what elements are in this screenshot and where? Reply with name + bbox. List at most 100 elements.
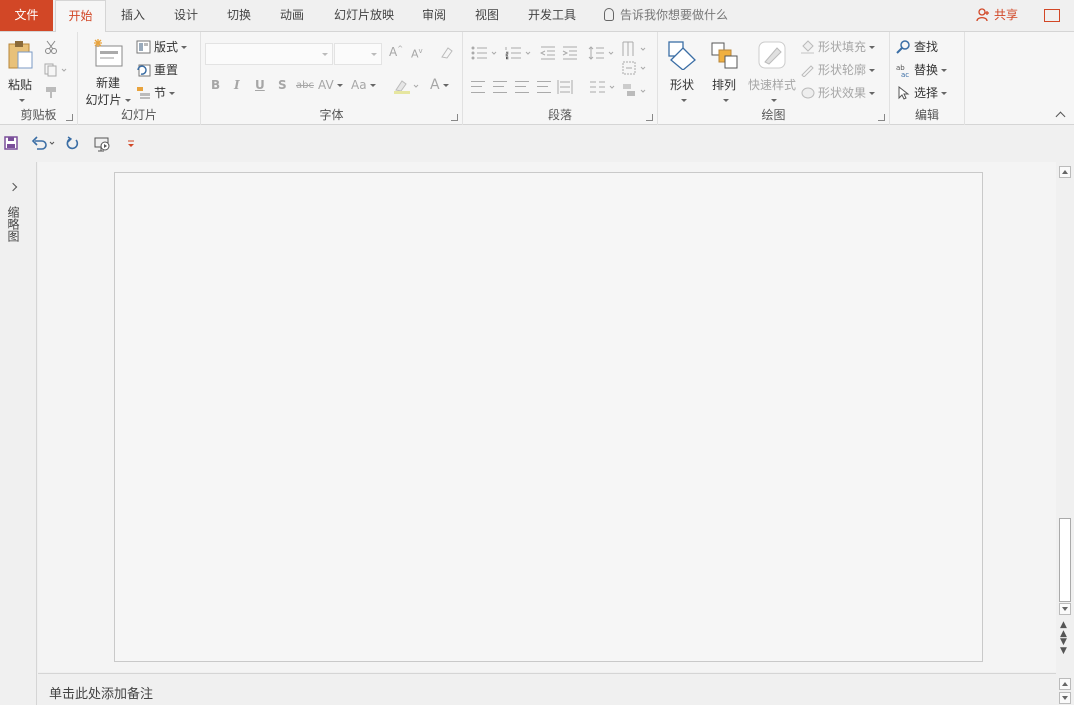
- caret-icon: [18, 99, 25, 102]
- slide-canvas[interactable]: [114, 172, 983, 662]
- new-slide-label-1: 新建: [95, 76, 120, 90]
- reset-icon: [137, 64, 151, 77]
- columns-icon[interactable]: [589, 80, 619, 94]
- redo-icon[interactable]: [66, 136, 80, 150]
- notes-scrollbar[interactable]: [1056, 673, 1074, 705]
- find-button[interactable]: 查找: [896, 37, 938, 57]
- bold-button[interactable]: B: [211, 78, 220, 92]
- quick-styles-button[interactable]: 快速样式: [746, 40, 798, 107]
- tell-me-search[interactable]: 告诉我你想要做什么: [604, 0, 728, 31]
- paste-button[interactable]: 粘贴: [4, 40, 36, 107]
- smartart-icon[interactable]: [621, 82, 649, 100]
- replace-button[interactable]: ab ac 替换: [896, 60, 948, 80]
- thumbnail-pane: 缩略图: [0, 162, 37, 705]
- ribbon-tab-bar: 文件 开始 插入 设计 切换 动画 幻灯片放映 审阅 视图 开发工具 告诉我你想…: [0, 0, 1074, 32]
- reset-button[interactable]: 重置: [136, 60, 178, 80]
- highlight-color-icon[interactable]: [393, 78, 421, 94]
- shape-fill-button[interactable]: 形状填充: [800, 37, 876, 57]
- layout-button[interactable]: 版式: [136, 37, 188, 57]
- font-launcher[interactable]: [451, 114, 458, 121]
- customize-qat-icon[interactable]: [126, 140, 136, 148]
- new-slide-button[interactable]: 新建 幻灯片: [84, 38, 132, 108]
- caret-icon: [941, 92, 948, 95]
- tab-slideshow[interactable]: 幻灯片放映: [327, 0, 401, 31]
- comments-icon[interactable]: [1044, 9, 1060, 22]
- increase-indent-icon[interactable]: [562, 46, 578, 60]
- font-size-combo[interactable]: [334, 43, 382, 65]
- select-button[interactable]: 选择: [896, 83, 948, 103]
- tab-transitions[interactable]: 切换: [220, 0, 258, 31]
- italic-button[interactable]: I: [234, 78, 240, 92]
- align-left-icon[interactable]: [471, 81, 485, 93]
- clipboard-launcher[interactable]: [66, 114, 73, 121]
- shape-outline-label: 形状轮廓: [818, 63, 867, 77]
- cursor-icon: [898, 86, 910, 100]
- font-color-button[interactable]: A: [430, 77, 449, 93]
- thumbnail-pane-label[interactable]: 缩略图: [6, 206, 22, 242]
- scroll-thumb[interactable]: [1059, 518, 1071, 602]
- strikethrough-button[interactable]: abc: [296, 80, 314, 91]
- justify-icon[interactable]: [537, 81, 551, 93]
- lightbulb-icon: [604, 8, 614, 21]
- tab-design[interactable]: 设计: [167, 0, 205, 31]
- next-slide-icon[interactable]: ▼ ▼: [1060, 638, 1067, 656]
- tab-file[interactable]: 文件: [0, 0, 53, 31]
- vertical-scrollbar[interactable]: ▲ ▲ ▼ ▼: [1056, 162, 1074, 672]
- bullets-icon[interactable]: [471, 46, 501, 60]
- drawing-launcher[interactable]: [878, 114, 885, 121]
- clear-formatting-icon[interactable]: [439, 45, 455, 61]
- undo-icon[interactable]: [31, 136, 57, 150]
- notes-pane[interactable]: 单击此处添加备注: [38, 673, 1056, 705]
- shape-effects-button[interactable]: 形状效果: [800, 83, 876, 103]
- find-label: 查找: [914, 40, 939, 54]
- numbering-icon[interactable]: [505, 46, 535, 60]
- cut-icon[interactable]: [44, 40, 58, 54]
- notes-scroll-down-button[interactable]: [1059, 692, 1071, 704]
- shapes-button[interactable]: 形状: [664, 40, 700, 107]
- line-spacing-icon[interactable]: [588, 46, 618, 60]
- section-button[interactable]: 节: [136, 83, 176, 103]
- expand-thumbnails-icon[interactable]: [8, 182, 18, 192]
- distributed-icon[interactable]: [557, 79, 573, 95]
- format-painter-icon[interactable]: [44, 85, 60, 99]
- share-button[interactable]: 共享: [976, 0, 1018, 31]
- tab-developer[interactable]: 开发工具: [521, 0, 583, 31]
- align-right-icon[interactable]: [515, 81, 529, 93]
- increase-font-icon[interactable]: A^: [389, 45, 403, 59]
- text-direction-icon[interactable]: [621, 40, 649, 58]
- arrange-button[interactable]: 排列: [706, 40, 742, 107]
- save-icon[interactable]: [4, 136, 18, 150]
- char-spacing-button[interactable]: AV: [318, 78, 343, 92]
- paragraph-launcher[interactable]: [646, 114, 653, 121]
- change-case-button[interactable]: Aa: [351, 78, 376, 92]
- tab-review[interactable]: 审阅: [415, 0, 453, 31]
- collapse-ribbon-icon[interactable]: [1055, 111, 1066, 122]
- tell-me-text: 告诉我你想要做什么: [620, 8, 729, 22]
- align-text-icon[interactable]: [621, 60, 649, 76]
- shape-outline-button[interactable]: 形状轮廓: [800, 60, 876, 80]
- paragraph-group: 段落: [463, 32, 658, 125]
- tab-animations[interactable]: 动画: [273, 0, 311, 31]
- ribbon: 粘贴 剪贴板 新建 幻灯片 版式 重置 节 幻灯片 A^ Av B I U S …: [0, 31, 1074, 125]
- scroll-up-button[interactable]: [1059, 166, 1071, 178]
- notes-scroll-up-button[interactable]: [1059, 678, 1071, 690]
- shadow-button[interactable]: S: [278, 78, 287, 92]
- copy-icon[interactable]: [44, 63, 68, 77]
- scroll-down-button[interactable]: [1059, 603, 1071, 615]
- caret-icon: [941, 69, 948, 72]
- quick-styles-icon: [758, 41, 786, 69]
- decrease-indent-icon[interactable]: [540, 46, 556, 60]
- underline-button[interactable]: U: [255, 78, 265, 92]
- char-spacing-label: AV: [318, 78, 334, 92]
- notes-placeholder[interactable]: 单击此处添加备注: [49, 683, 153, 702]
- font-name-combo[interactable]: [205, 43, 333, 65]
- decrease-font-icon[interactable]: Av: [411, 47, 423, 61]
- caret-icon: [869, 69, 876, 72]
- tab-home[interactable]: 开始: [55, 0, 106, 32]
- tab-insert[interactable]: 插入: [114, 0, 152, 31]
- section-label: 节: [154, 86, 167, 100]
- tab-view[interactable]: 视图: [468, 0, 506, 31]
- paste-label: 粘贴: [7, 78, 32, 92]
- align-center-icon[interactable]: [493, 81, 507, 93]
- start-from-beginning-icon[interactable]: [94, 136, 112, 152]
